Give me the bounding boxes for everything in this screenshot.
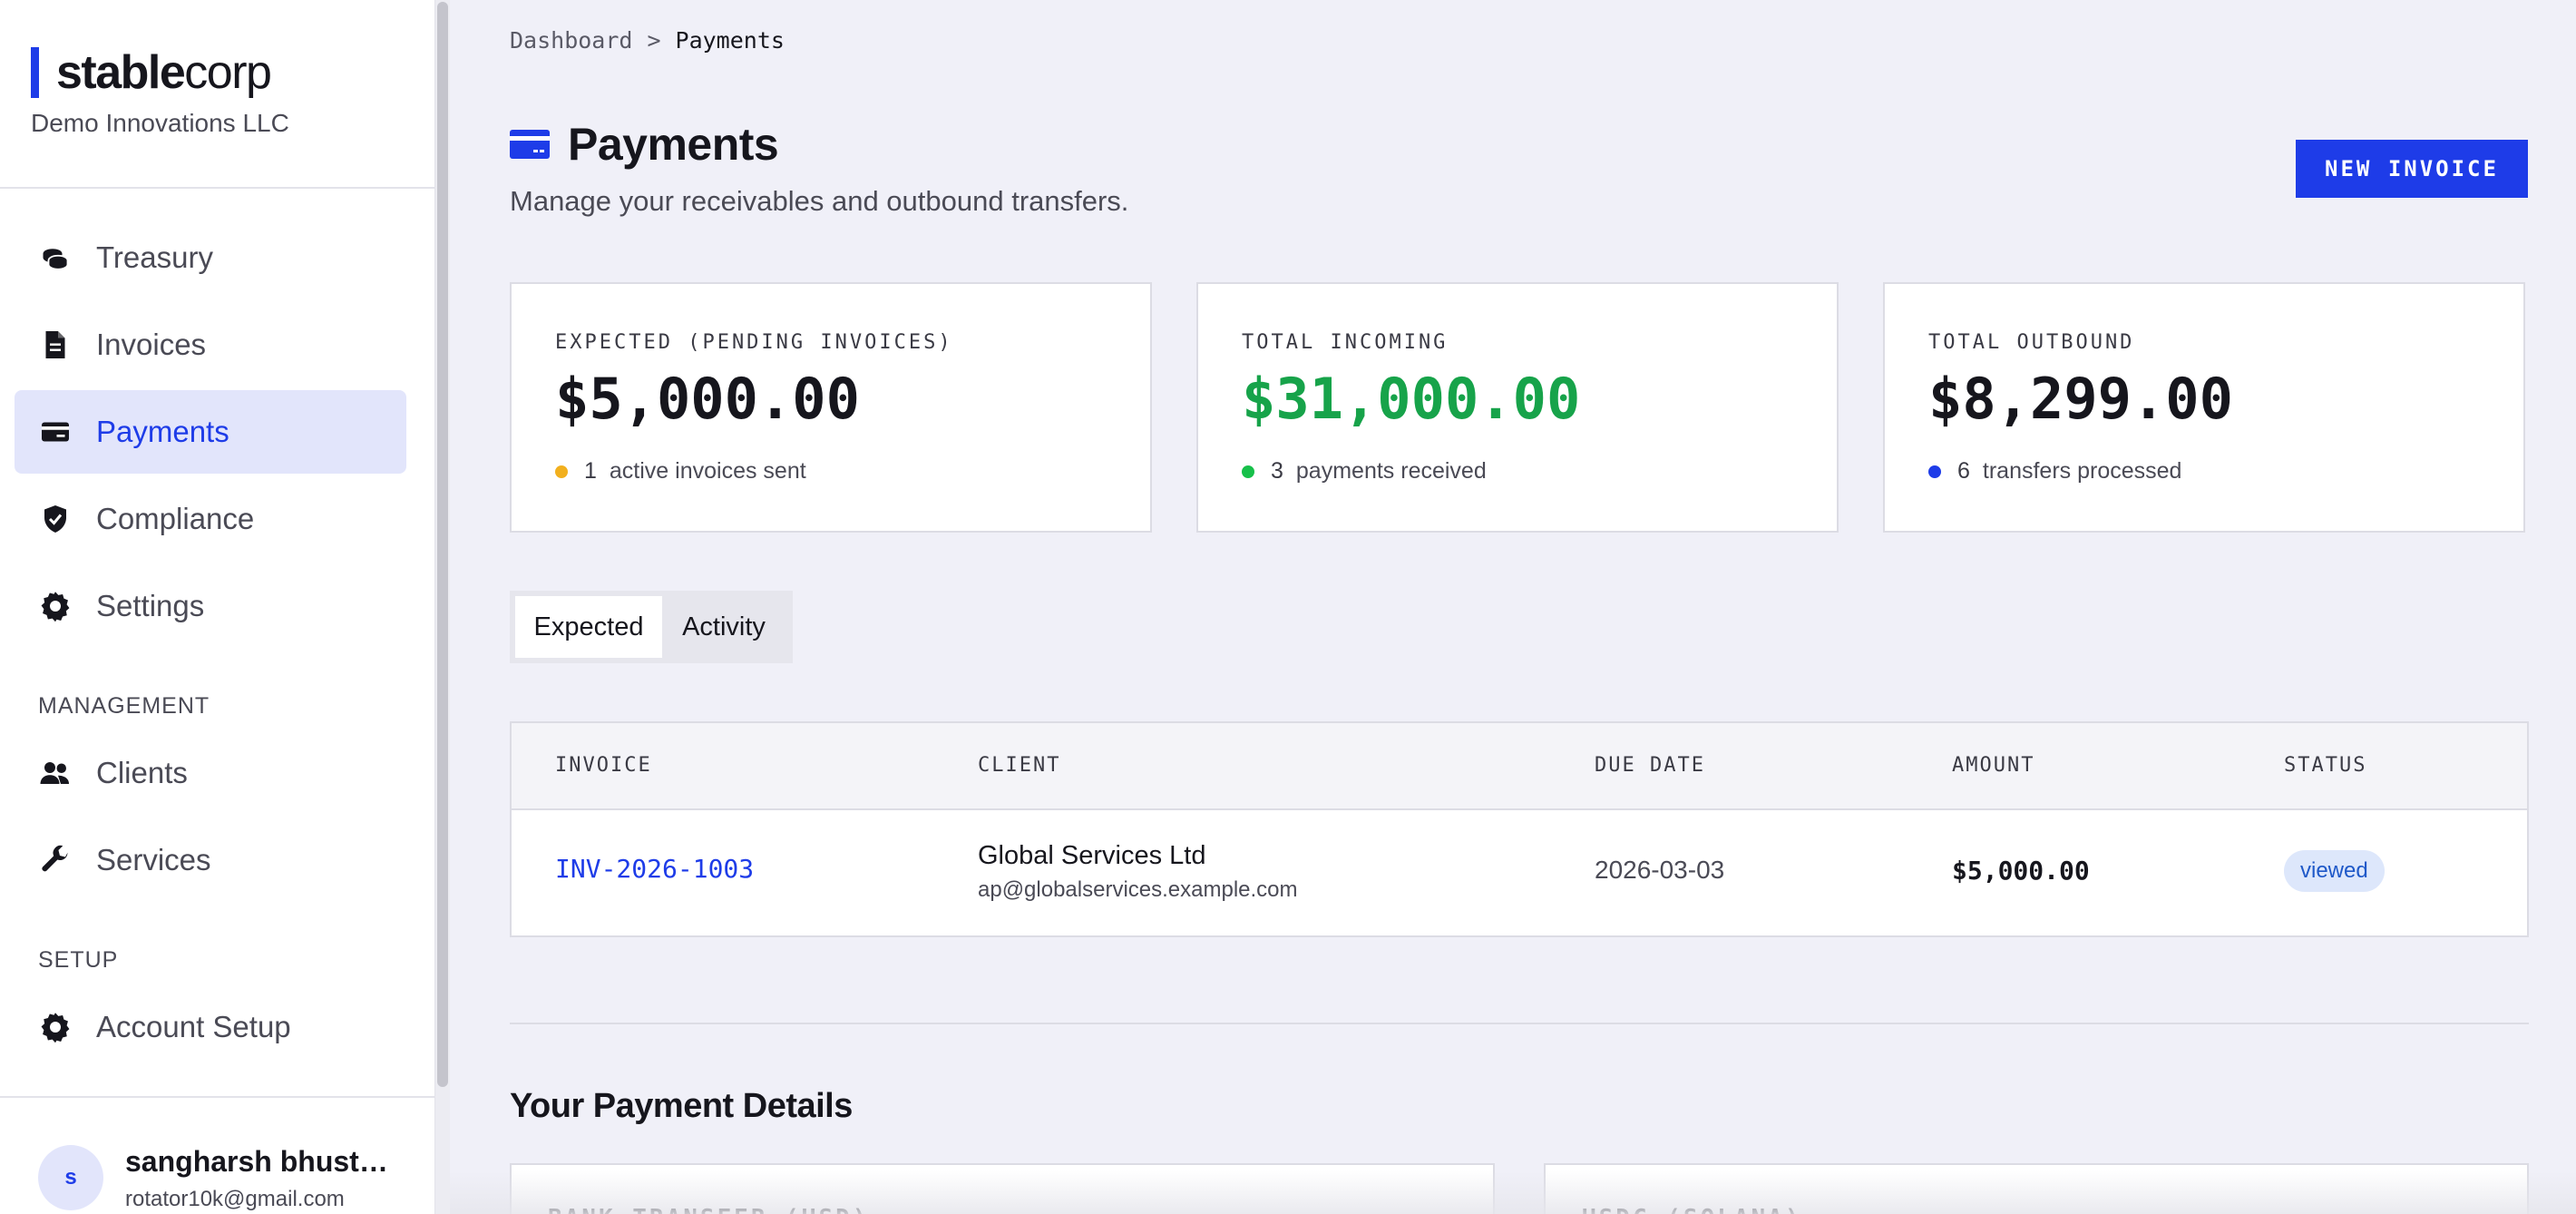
column-header-amount[interactable]: AMOUNT (1952, 754, 2034, 777)
payment-detail-card-usdc: USDC (SOLANA) (1544, 1163, 2529, 1214)
card-label: EXPECTED (PENDING INVOICES) (555, 331, 953, 354)
card-value: $31,000.00 (1242, 366, 1581, 432)
sidebar-item-payments[interactable]: Payments (15, 390, 406, 474)
card-value: $8,299.00 (1928, 366, 2233, 432)
due-date: 2026-03-03 (1595, 856, 1725, 884)
sidebar-item-label: Treasury (96, 240, 213, 274)
status-dot (1242, 465, 1254, 478)
payment-detail-card-bank: BANK TRANSFER (USD) (510, 1163, 1495, 1214)
sidebar: stablecorp Demo Innovations LLC Treasury… (0, 0, 435, 1214)
sidebar-divider (0, 187, 435, 189)
sidebar-item-settings[interactable]: Settings (15, 564, 406, 648)
invoices-table: INVOICE CLIENT DUE DATE AMOUNT STATUS IN… (510, 721, 2529, 937)
sidebar-item-label: Settings (96, 589, 205, 622)
column-header-status[interactable]: STATUS (2284, 754, 2366, 777)
card-label: TOTAL INCOMING (1242, 331, 1449, 354)
avatar[interactable]: s (38, 1145, 103, 1210)
section-label-management: MANAGEMENT (38, 693, 210, 719)
user-email: rotator10k@gmail.com (125, 1187, 345, 1211)
sidebar-divider (0, 1096, 435, 1098)
card-count: 1 (584, 458, 597, 484)
credit-card-icon (510, 130, 550, 159)
sidebar-item-label: Services (96, 843, 211, 876)
sidebar-scrollbar[interactable] (435, 0, 450, 1214)
section-divider (510, 1023, 2529, 1024)
page-subtitle: Manage your receivables and outbound tra… (510, 185, 1129, 217)
tab-expected[interactable]: Expected (515, 596, 662, 658)
card-label: TOTAL OUTBOUND (1928, 331, 2135, 354)
shield-check-icon (38, 502, 73, 536)
users-icon (38, 756, 73, 790)
sidebar-item-treasury[interactable]: Treasury (15, 216, 406, 299)
column-header-invoice[interactable]: INVOICE (555, 754, 652, 777)
invoice-link[interactable]: INV-2026-1003 (555, 854, 754, 884)
status-badge: viewed (2284, 850, 2385, 892)
table-header: INVOICE CLIENT DUE DATE AMOUNT STATUS (512, 723, 2527, 810)
main-content: Dashboard > Payments Payments Manage you… (450, 0, 2576, 1214)
wrench-icon (38, 843, 73, 877)
client-email: ap@globalservices.example.com (978, 877, 1298, 902)
summary-card-expected: EXPECTED (PENDING INVOICES) $5,000.00 1 … (510, 282, 1152, 533)
sidebar-item-label: Invoices (96, 328, 207, 361)
breadcrumb-current: Payments (675, 27, 785, 54)
card-note: 3 payments received (1242, 458, 1487, 485)
sidebar-item-invoices[interactable]: Invoices (15, 303, 406, 387)
status-dot (1928, 465, 1941, 478)
brand-name: stablecorp (56, 46, 272, 99)
breadcrumb: Dashboard > Payments (510, 27, 785, 54)
detail-card-label: USDC (SOLANA) (1582, 1205, 1802, 1214)
gear-icon (38, 589, 73, 623)
sidebar-item-services[interactable]: Services (15, 818, 406, 902)
scrollbar-thumb[interactable] (437, 2, 448, 1087)
coins-icon (38, 240, 73, 275)
card-note-text: payments received (1295, 458, 1487, 484)
sidebar-item-compliance[interactable]: Compliance (15, 477, 406, 561)
summary-card-outbound: TOTAL OUTBOUND $8,299.00 6 transfers pro… (1883, 282, 2525, 533)
card-count: 3 (1271, 458, 1283, 484)
sidebar-item-label: Clients (96, 756, 188, 789)
card-count: 6 (1957, 458, 1970, 484)
breadcrumb-dashboard[interactable]: Dashboard (510, 27, 632, 54)
tab-activity[interactable]: Activity (662, 596, 785, 658)
user-name[interactable]: sangharsh bhustalimath (125, 1145, 397, 1179)
table-row[interactable]: INV-2026-1003 Global Services Ltd ap@glo… (512, 810, 2527, 935)
sidebar-item-account-setup[interactable]: Account Setup (15, 985, 406, 1069)
sidebar-item-label: Compliance (96, 502, 255, 535)
amount: $5,000.00 (1952, 856, 2090, 886)
summary-card-incoming: TOTAL INCOMING $31,000.00 3 payments rec… (1196, 282, 1839, 533)
new-invoice-button[interactable]: NEW INVOICE (2296, 140, 2528, 198)
section-label-setup: SETUP (38, 947, 119, 973)
card-note-text: active invoices sent (609, 458, 806, 484)
sidebar-item-label: Payments (96, 415, 229, 448)
chevron-right-icon: > (647, 27, 661, 54)
card-note-text: transfers processed (1982, 458, 2182, 484)
client-name: Global Services Ltd (978, 841, 1206, 870)
card-value: $5,000.00 (555, 366, 860, 432)
tab-bar: Expected Activity (510, 591, 793, 663)
gear-icon (38, 1010, 73, 1044)
status-dot (555, 465, 568, 478)
column-header-due-date[interactable]: DUE DATE (1595, 754, 1705, 777)
sidebar-item-clients[interactable]: Clients (15, 731, 406, 815)
document-icon (38, 328, 73, 362)
card-note: 1 active invoices sent (555, 458, 806, 485)
page-title: Payments (568, 119, 779, 170)
card-note: 6 transfers processed (1928, 458, 2181, 485)
organization-name: Demo Innovations LLC (31, 109, 289, 137)
column-header-client[interactable]: CLIENT (978, 754, 1060, 777)
sidebar-item-label: Account Setup (96, 1010, 291, 1043)
page-header: Payments (510, 118, 779, 171)
brand-mark (31, 47, 39, 98)
credit-card-icon (38, 415, 73, 449)
payment-details-title: Your Payment Details (510, 1087, 853, 1125)
detail-card-label: BANK TRANSFER (USD) (548, 1205, 869, 1214)
